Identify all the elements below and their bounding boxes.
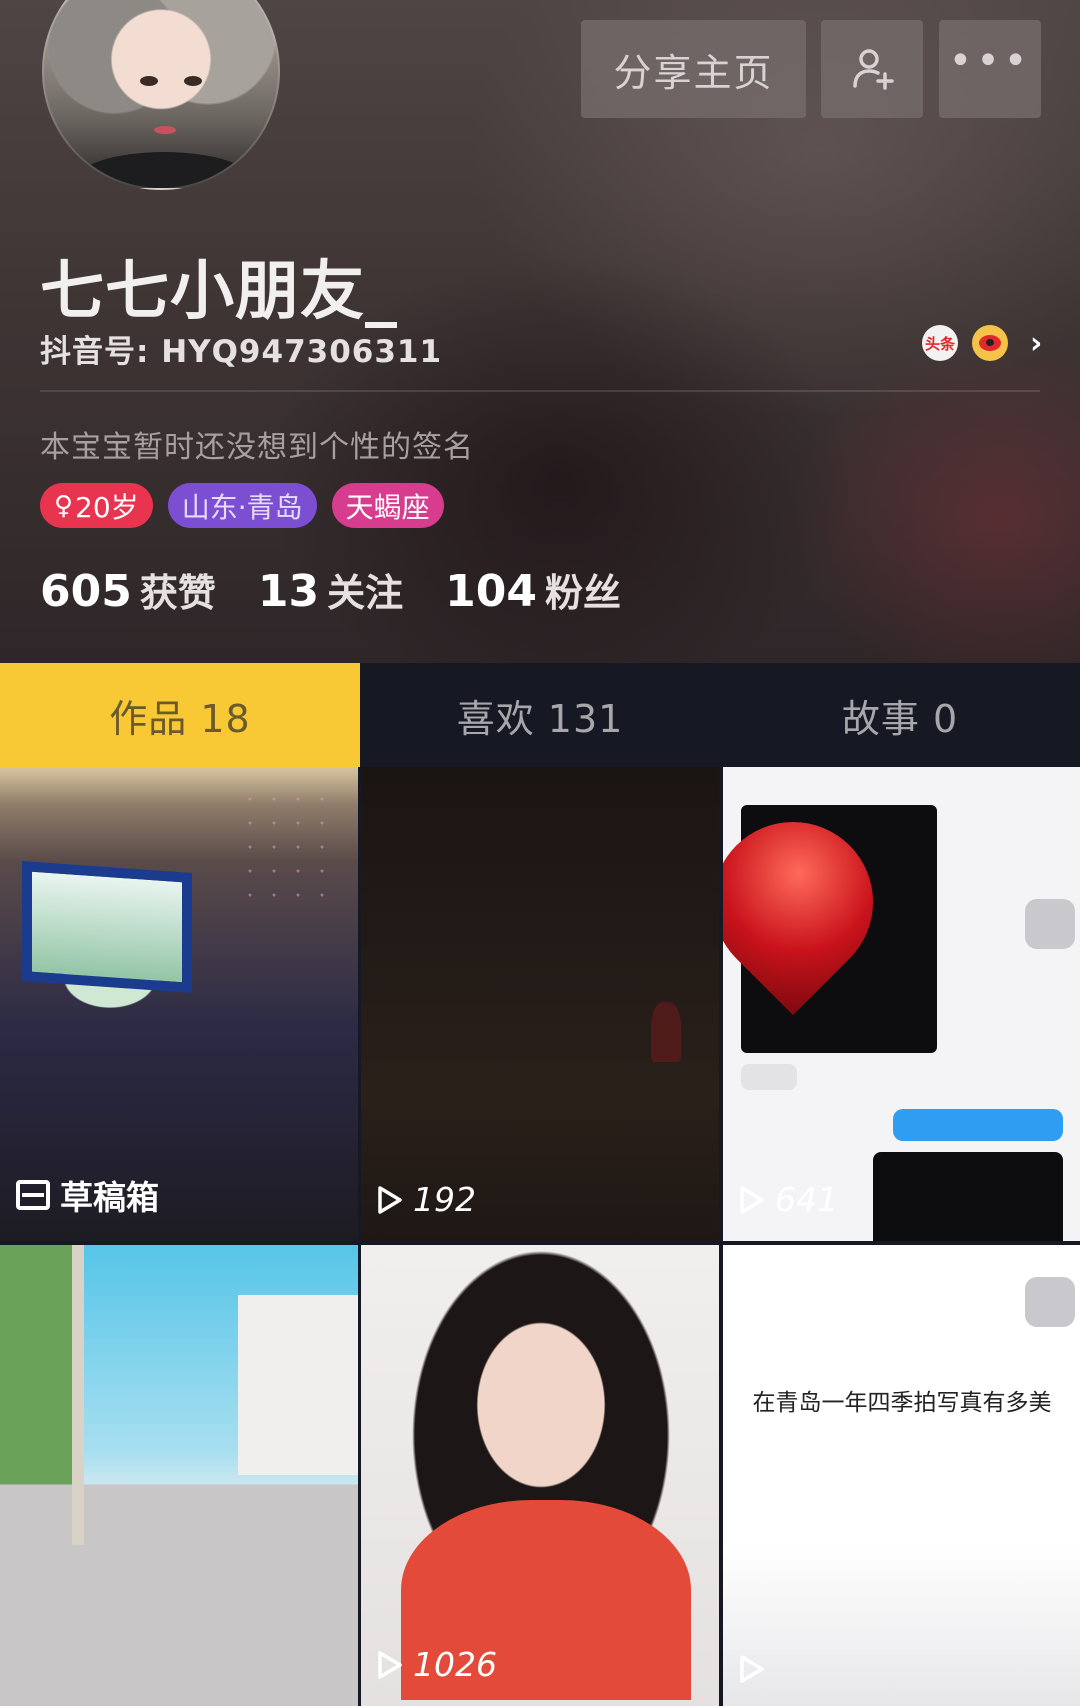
video-item[interactable]: [0, 1245, 358, 1706]
douyin-id: 抖音号: HYQ947306311: [40, 334, 443, 370]
avatar-detail: [140, 76, 158, 86]
likes-stat: 605 获赞: [40, 562, 216, 617]
avatar-detail: [154, 126, 176, 134]
video-caption: 在青岛一年四季拍写真有多美: [752, 1390, 1052, 1416]
profile-header: 分享主页 ••• 七七小朋友_ 抖音号: HYQ947306311 头条 › 本…: [0, 0, 1080, 663]
zodiac-tag-label: 天蝎座: [345, 490, 430, 524]
avatar[interactable]: [42, 0, 280, 190]
play-count-overlay: 1026: [377, 1645, 497, 1684]
tab-stories-label: 故事 0: [841, 696, 959, 741]
play-count-overlay: 641: [739, 1180, 838, 1219]
video-item[interactable]: 641: [723, 767, 1080, 1241]
play-count-overlay: 192: [377, 1180, 476, 1219]
draft-box-item[interactable]: 草稿箱: [0, 767, 358, 1241]
avatar-detail: [184, 76, 202, 86]
share-profile-button[interactable]: 分享主页: [581, 20, 806, 118]
draft-icon: [16, 1180, 50, 1210]
toutiao-icon: 头条: [922, 325, 958, 361]
divider: [40, 390, 1040, 392]
play-count: 1026: [413, 1645, 497, 1684]
profile-tabs: 作品 18 喜欢 131 故事 0: [0, 663, 1080, 767]
video-thumbnail: 在青岛一年四季拍写真有多美: [723, 1245, 1080, 1706]
tab-stories[interactable]: 故事 0: [720, 663, 1080, 767]
location-tag-label: 山东·青岛: [181, 490, 303, 524]
draft-overlay: 草稿箱: [16, 1171, 159, 1219]
likes-label: 获赞: [139, 571, 216, 615]
play-icon: [740, 1185, 764, 1214]
video-item[interactable]: 1026: [361, 1245, 719, 1706]
followers-count: 104: [445, 566, 537, 617]
play-icon: [740, 1655, 764, 1683]
draft-label: 草稿箱: [60, 1178, 159, 1217]
user-add-icon: [853, 49, 894, 90]
zodiac-tag: 天蝎座: [331, 483, 444, 528]
play-count-overlay: [739, 1654, 765, 1684]
play-count: 192: [413, 1180, 476, 1219]
chevron-right-icon: ›: [1030, 325, 1043, 361]
age-tag: ♀ 20岁: [40, 483, 153, 528]
linked-accounts[interactable]: 头条 ›: [922, 325, 1042, 361]
add-friend-button[interactable]: [821, 20, 923, 118]
following-count: 13: [257, 566, 320, 617]
video-thumbnail: [0, 767, 358, 1241]
video-thumbnail: [361, 1245, 719, 1706]
play-icon: [378, 1650, 402, 1679]
profile-tags: ♀ 20岁 山东·青岛 天蝎座: [40, 483, 444, 528]
female-icon: ♀: [54, 490, 74, 521]
tab-works-label: 作品 18: [109, 696, 251, 741]
share-profile-label: 分享主页: [613, 50, 774, 95]
followers-stat[interactable]: 104 粉丝: [445, 562, 621, 617]
video-thumbnail: [361, 767, 719, 1241]
play-icon: [378, 1185, 402, 1214]
video-item[interactable]: 192: [361, 767, 719, 1241]
tab-likes-label: 喜欢 131: [456, 696, 624, 741]
following-label: 关注: [327, 571, 404, 615]
tab-likes[interactable]: 喜欢 131: [360, 663, 720, 767]
video-item[interactable]: 在青岛一年四季拍写真有多美: [723, 1245, 1080, 1706]
tab-works[interactable]: 作品 18: [0, 663, 360, 767]
nickname: 七七小朋友_: [40, 255, 398, 329]
video-thumbnail: [723, 767, 1080, 1241]
likes-count: 605: [40, 566, 132, 617]
weibo-icon: [972, 325, 1008, 361]
more-button[interactable]: •••: [939, 20, 1041, 118]
age-tag-label: 20岁: [75, 490, 139, 524]
toutiao-icon-text: 头条: [924, 334, 955, 353]
video-thumbnail: [0, 1245, 358, 1706]
profile-stats: 605 获赞 13 关注 104 粉丝: [40, 562, 621, 617]
play-count: 641: [775, 1180, 838, 1219]
more-icon: •••: [948, 38, 1032, 84]
followers-label: 粉丝: [544, 571, 621, 615]
signature: 本宝宝暂时还没想到个性的签名: [40, 430, 474, 465]
avatar-detail: [74, 152, 254, 188]
following-stat[interactable]: 13 关注: [258, 562, 403, 617]
location-tag: 山东·青岛: [167, 483, 317, 528]
